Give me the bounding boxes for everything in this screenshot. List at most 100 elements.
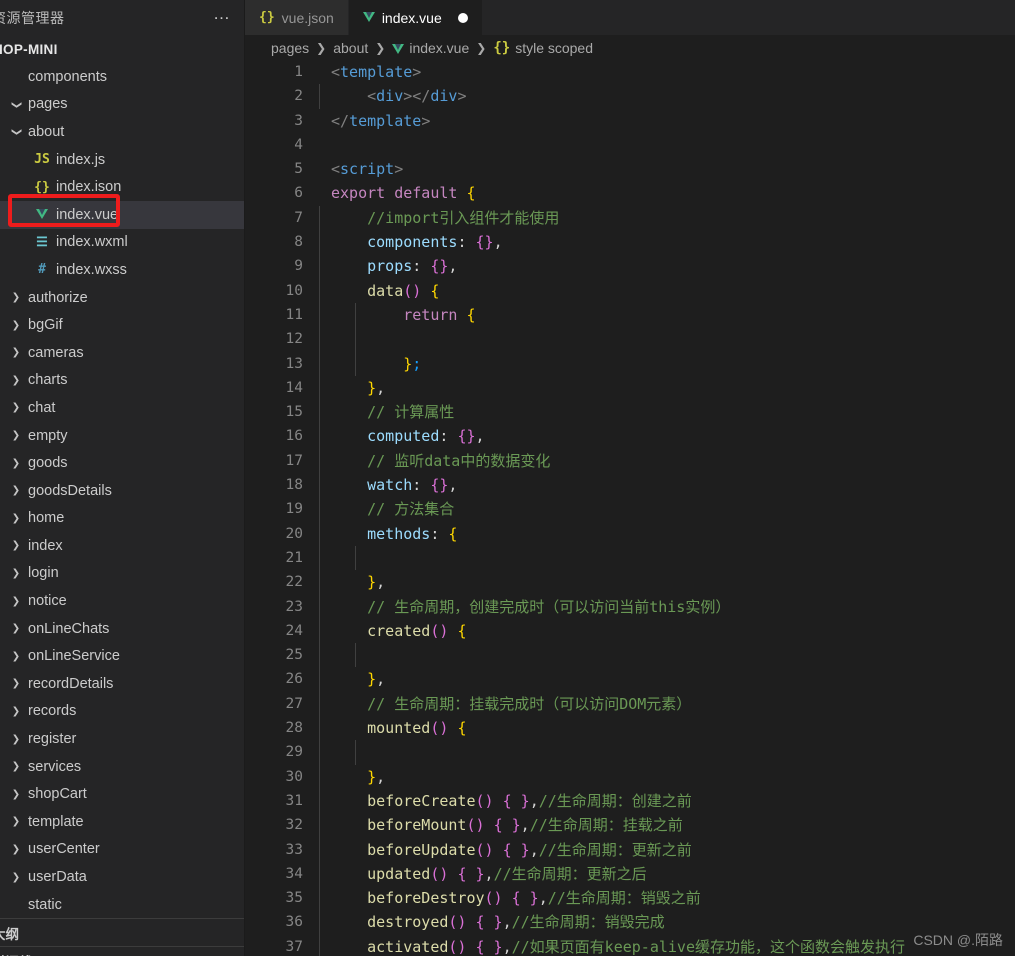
editor-tab-index-vue[interactable]: index.vue [348,0,483,35]
tree-row-services[interactable]: services [0,753,244,781]
code-line[interactable]: 9 props: {}, [245,254,1015,279]
code-line[interactable]: 10 data() { [245,278,1015,303]
tree-row-usercenter[interactable]: userCenter [0,836,244,864]
code-line[interactable]: 11 return { [245,302,1015,328]
tree-row-notice[interactable]: notice [0,587,244,615]
twisty-slot [8,513,24,524]
tree-row-onlineservice[interactable]: onLineService [0,642,244,670]
tree-row-goodsdetails[interactable]: goodsDetails [0,477,244,505]
code-line[interactable]: 4 [245,133,1015,157]
code-line[interactable]: 19 // 方法集合 [245,497,1015,522]
tree-row-label: index.wxml [56,234,128,251]
code-editor[interactable]: 1 <template> 2 <div></div> 3 </template> 4 5 <… [245,60,1015,956]
code-line[interactable]: 15 // 计算属性 [245,400,1015,425]
code-line[interactable]: 24 created() { [245,618,1015,644]
tree-row-bggif[interactable]: bgGif [0,311,244,339]
chevron-right-icon [12,540,20,551]
code-line-text: activated() { },//如果页面有keep-alive缓存功能，这个… [317,934,905,956]
code-line[interactable]: 7 //import引入组件才能使用 [245,205,1015,231]
more-actions-icon[interactable]: … [213,5,232,26]
tree-row-label: onLineChats [28,620,110,637]
code-line[interactable]: 32 beforeMount() { },//生命周期：挂载之前 [245,813,1015,838]
tree-row-index-vue[interactable]: index.vue [0,200,244,229]
twisty-slot [8,734,24,745]
line-number: 9 [294,258,303,275]
tree-row-onlinechats[interactable]: onLineChats [0,615,244,643]
code-tokens: //import引入组件才能使用 [367,208,560,227]
tree-row-index[interactable]: index [0,532,244,560]
tree-row-home[interactable]: home [0,505,244,533]
code-line[interactable]: 18 watch: {}, [245,473,1015,498]
code-line[interactable]: 30 }, [245,764,1015,789]
code-line[interactable]: 5 <script> [245,157,1015,181]
tree-row-register[interactable]: register [0,725,244,753]
tree-row-index-ison[interactable]: {} index.ison [0,173,244,201]
chevron-right-icon [12,623,20,634]
code-line[interactable]: 6 export default { [245,181,1015,205]
tree-row-userdata[interactable]: userData [0,863,244,891]
code-line-text: props: {}, [317,254,457,279]
code-line[interactable]: 13 }; [245,351,1015,376]
tree-row-records[interactable]: records [0,698,244,726]
code-line[interactable]: 21 [245,545,1015,571]
breadcrumb-item-pages[interactable]: pages [271,40,309,56]
tree-row-empty[interactable]: empty [0,422,244,450]
code-line[interactable]: 35 beforeDestroy() { },//生命周期：销毁之前 [245,886,1015,911]
unsaved-changes-dot-icon[interactable] [457,12,468,23]
tree-row-chat[interactable]: chat [0,394,244,422]
code-line-text: updated() { },//生命周期：更新之后 [317,861,647,887]
line-number: 3 [294,112,303,129]
tree-row-cameras[interactable]: cameras [0,339,244,367]
twisty-slot [8,485,24,496]
sidebar-panel-timeline[interactable]: 时间线 [0,946,244,956]
tree-row-index-js[interactable]: JS index.js [0,146,244,174]
code-line[interactable]: 25 [245,643,1015,668]
tree-row-index-wxml[interactable]: ☰ index.wxml [0,229,244,257]
code-line[interactable]: 14 }, [245,375,1015,401]
code-line[interactable]: 16 computed: {}, [245,424,1015,449]
breadcrumb-item-style-scoped[interactable]: {} style scoped [493,40,593,56]
code-line[interactable]: 1 <template> [245,60,1015,84]
line-number: 35 [285,890,303,907]
code-line[interactable]: 28 mounted() { [245,716,1015,741]
tree-row-pages[interactable]: pages [0,91,244,119]
code-line[interactable]: 23 // 生命周期，创建完成时（可以访问当前this实例） [245,594,1015,619]
code-line[interactable]: 31 beforeCreate() { },//生命周期：创建之前 [245,788,1015,814]
tree-row-components[interactable]: components [0,63,244,91]
code-line[interactable]: 36 destroyed() { },//生命周期：销毁完成 [245,910,1015,935]
tree-row-index-wxss[interactable]: # index.wxss [0,256,244,284]
tree-row-label: goods [28,455,68,472]
code-line[interactable]: 17 // 监听data中的数据变化 [245,448,1015,474]
code-line[interactable]: 12 [245,327,1015,352]
code-line[interactable]: 2 <div></div> [245,84,1015,109]
tree-row-goods[interactable]: goods [0,449,244,477]
indent-guide [319,813,320,838]
tree-row-login[interactable]: login [0,560,244,588]
code-line[interactable]: 20 methods: { [245,521,1015,546]
code-line[interactable]: 29 [245,740,1015,765]
breadcrumb-item-index-vue[interactable]: index.vue [392,40,469,56]
code-line-text: }, [317,570,385,595]
indent-guide [319,424,320,449]
tree-row-shopcart[interactable]: shopCart [0,780,244,808]
editor-tab-vue-json[interactable]: {} vue.json [245,0,349,35]
chevron-right-icon [12,816,20,827]
tree-row-charts[interactable]: charts [0,367,244,395]
code-line[interactable]: 34 updated() { },//生命周期：更新之后 [245,861,1015,887]
tree-row-static[interactable]: static [0,891,244,919]
tree-row-template[interactable]: template [0,808,244,836]
workspace-root-row[interactable]: HOP-MINI [0,35,244,63]
code-line[interactable]: 8 components: {}, [245,230,1015,255]
code-line[interactable]: 3 </template> [245,109,1015,133]
tree-row-authorize[interactable]: authorize [0,284,244,312]
sidebar-panel-outline[interactable]: 大纲 [0,918,244,947]
tree-row-about[interactable]: about [0,118,244,146]
code-line[interactable]: 22 }, [245,570,1015,595]
code-line[interactable]: 27 // 生命周期：挂载完成时（可以访问DOM元素） [245,691,1015,717]
breadcrumb-item-about[interactable]: about [333,40,368,56]
line-number: 24 [285,622,303,639]
code-line[interactable]: 26 }, [245,667,1015,692]
code-line[interactable]: 33 beforeUpdate() { },//生命周期：更新之前 [245,837,1015,862]
tree-row-recorddetails[interactable]: recordDetails [0,670,244,698]
code-line[interactable]: 37 activated() { },//如果页面有keep-alive缓存功能… [245,934,1015,956]
